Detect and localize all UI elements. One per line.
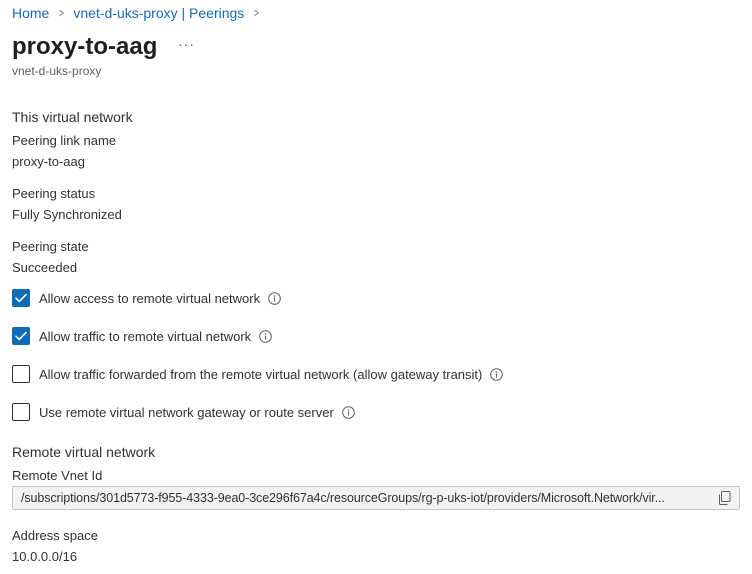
allow-access-remote-vnet-checkbox[interactable] [12, 289, 30, 307]
page-subtitle: vnet-d-uks-proxy [12, 64, 102, 78]
use-remote-gateway-option[interactable]: Use remote virtual network gateway or ro… [12, 402, 355, 422]
use-remote-gateway-label: Use remote virtual network gateway or ro… [39, 404, 334, 420]
peering-state-value: Succeeded [12, 260, 78, 275]
allow-traffic-remote-vnet-label: Allow traffic to remote virtual network [39, 328, 252, 344]
remote-vnet-id-label: Remote Vnet Id [12, 468, 103, 483]
remote-vnet-id-field[interactable]: /subscriptions/301d5773-f955-4333-9ea0-3… [12, 486, 740, 510]
peering-status-value: Fully Synchronized [12, 207, 122, 222]
breadcrumb-home-link[interactable]: Home [12, 4, 49, 22]
allow-gateway-transit-label: Allow traffic forwarded from the remote … [39, 366, 483, 382]
allow-gateway-transit-checkbox[interactable] [12, 365, 30, 383]
peering-state-label: Peering state [12, 239, 89, 254]
peering-link-name-value: proxy-to-aag [12, 154, 85, 169]
use-remote-gateway-checkbox[interactable] [12, 403, 30, 421]
peering-link-name-label: Peering link name [12, 133, 117, 148]
checkmark-icon [15, 331, 27, 341]
remote-vnet-id-value[interactable]: /subscriptions/301d5773-f955-4333-9ea0-3… [13, 491, 713, 505]
allow-access-remote-vnet-option[interactable]: Allow access to remote virtual network [12, 288, 281, 308]
allow-traffic-remote-vnet-option[interactable]: Allow traffic to remote virtual network [12, 326, 272, 346]
copy-icon[interactable] [713, 487, 735, 509]
allow-gateway-transit-option[interactable]: Allow traffic forwarded from the remote … [12, 364, 504, 384]
info-icon[interactable] [490, 367, 504, 381]
page-title: proxy-to-aag [12, 33, 158, 60]
remote-network-heading: Remote virtual network [12, 444, 156, 460]
chevron-right-icon: > [254, 6, 260, 20]
allow-access-remote-vnet-label: Allow access to remote virtual network [39, 290, 261, 306]
breadcrumb: Home > vnet-d-uks-proxy | Peerings > [12, 4, 268, 22]
breadcrumb-peerings-link[interactable]: vnet-d-uks-proxy | Peerings [73, 4, 244, 22]
info-icon[interactable] [259, 329, 272, 343]
address-space-label: Address space [12, 528, 98, 543]
peering-details-page: Home > vnet-d-uks-proxy | Peerings > pro… [0, 0, 752, 574]
chevron-right-icon: > [59, 6, 65, 20]
info-icon[interactable] [268, 291, 281, 305]
this-network-heading: This virtual network [12, 109, 133, 125]
address-space-value: 10.0.0.0/16 [12, 549, 78, 564]
checkmark-icon [15, 293, 27, 303]
allow-traffic-remote-vnet-checkbox[interactable] [12, 327, 30, 345]
more-options-button[interactable]: ··· [178, 36, 195, 52]
peering-status-label: Peering status [12, 186, 96, 201]
info-icon[interactable] [341, 405, 355, 419]
